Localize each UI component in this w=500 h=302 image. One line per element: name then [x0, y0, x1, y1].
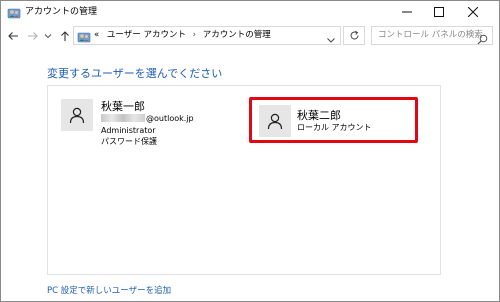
breadcrumb-account-management[interactable]: アカウントの管理: [203, 30, 271, 40]
minimize-button[interactable]: [393, 1, 421, 23]
up-arrow-icon[interactable]: [57, 28, 73, 44]
address-bar[interactable]: « ユーザー アカウント › アカウントの管理: [73, 26, 341, 45]
account-email-suffix: @outlook.jp: [146, 114, 194, 123]
user-accounts-icon: [7, 5, 21, 19]
user-silhouette-icon: [61, 99, 93, 131]
breadcrumb: « ユーザー アカウント › アカウントの管理: [94, 27, 271, 44]
control-panel-icon: [77, 29, 91, 43]
email-redacted: [101, 114, 145, 122]
account-role: Administrator: [101, 126, 156, 135]
account-name: 秋葉二郎: [297, 109, 341, 122]
maximize-button[interactable]: [425, 1, 453, 23]
user-silhouette-icon: [259, 105, 291, 137]
refresh-button[interactable]: [343, 26, 365, 45]
account-tile-jiro[interactable]: 秋葉二郎 ローカル アカウント: [249, 97, 419, 143]
search-input[interactable]: コントロール パネルの検索: [371, 26, 493, 45]
page-heading: 変更するユーザーを選んでください: [47, 67, 223, 80]
account-management-window: アカウントの管理 « ユーザー アカウント › アカウントの管理 コントロール …: [0, 0, 500, 302]
recent-locations-chevron-icon[interactable]: [43, 28, 53, 44]
account-tile-ichiro[interactable]: 秋葉一郎 @outlook.jp Administrator パスワード保護: [61, 99, 231, 147]
add-user-link[interactable]: PC 設定で新しいユーザーを追加: [47, 284, 171, 296]
account-name: 秋葉一郎: [101, 100, 145, 113]
account-type: ローカル アカウント: [297, 123, 372, 132]
back-arrow-icon[interactable]: [5, 28, 21, 44]
title-bar: アカウントの管理: [1, 1, 499, 23]
search-placeholder: コントロール パネルの検索: [378, 30, 483, 40]
search-icon[interactable]: [477, 30, 488, 45]
address-dropdown-chevron-icon[interactable]: [326, 30, 336, 43]
breadcrumb-separator: ›: [192, 30, 197, 40]
window-title: アカウントの管理: [25, 7, 98, 17]
breadcrumb-overflow[interactable]: «: [94, 30, 99, 40]
account-email: @outlook.jp: [101, 114, 194, 123]
navigation-bar: « ユーザー アカウント › アカウントの管理 コントロール パネルの検索: [1, 23, 499, 49]
forward-arrow-icon[interactable]: [25, 28, 41, 44]
refresh-icon: [349, 26, 360, 45]
close-button[interactable]: [459, 1, 487, 23]
breadcrumb-user-accounts[interactable]: ユーザー アカウント: [107, 30, 186, 40]
account-status: パスワード保護: [101, 137, 157, 146]
